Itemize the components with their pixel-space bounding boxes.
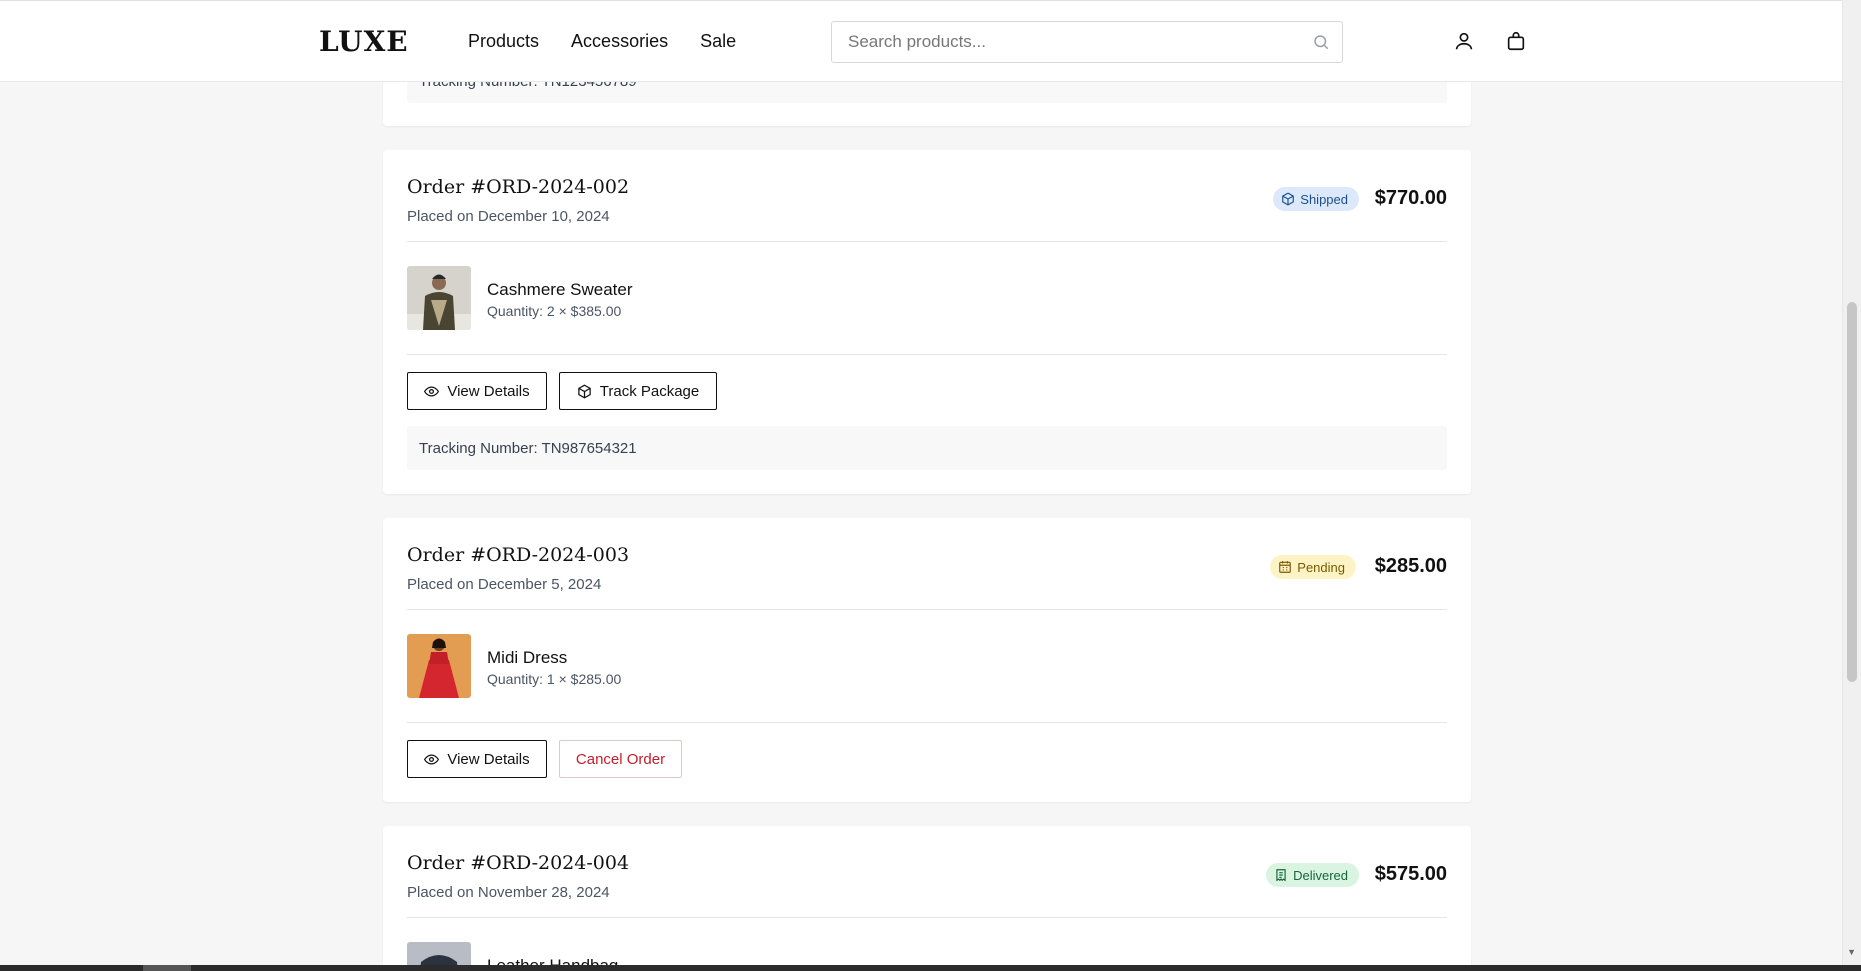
order-card: Order #ORD-2024-003 Placed on December 5…	[383, 518, 1471, 802]
scroll-down-arrow-icon[interactable]: ▼	[1847, 947, 1856, 957]
button-label: View Details	[447, 750, 530, 768]
order-date: Placed on December 5, 2024	[407, 576, 602, 593]
nav-sale[interactable]: Sale	[700, 31, 736, 52]
search-box	[831, 21, 1343, 63]
horizontal-scrollbar-thumb[interactable]	[143, 965, 191, 971]
horizontal-scrollbar[interactable]	[0, 965, 1861, 971]
order-total: $770.00	[1374, 187, 1447, 209]
button-label: Track Package	[599, 382, 700, 400]
calendar-icon	[1279, 561, 1292, 573]
divider	[407, 354, 1447, 355]
logo[interactable]: LUXE	[319, 25, 409, 58]
button-label: View Details	[447, 382, 530, 400]
view-details-button[interactable]: View Details	[407, 372, 547, 410]
order-total: $575.00	[1374, 863, 1447, 885]
status-badge: Pending	[1270, 555, 1356, 579]
user-icon[interactable]	[1453, 30, 1475, 57]
eye-icon	[424, 385, 440, 397]
order-date: Placed on December 10, 2024	[407, 208, 610, 225]
status-label: Delivered	[1293, 867, 1348, 883]
order-title: Order #ORD-2024-004	[407, 852, 630, 874]
package-icon	[1282, 192, 1295, 206]
scrollbar[interactable]: ▼	[1842, 0, 1861, 971]
track-package-button[interactable]: Track Package	[559, 372, 717, 410]
package-icon	[578, 384, 591, 398]
order-total: $285.00	[1374, 555, 1447, 577]
eye-icon	[424, 753, 440, 765]
status-badge: Delivered	[1266, 863, 1359, 887]
item-name[interactable]: Cashmere Sweater	[487, 280, 633, 300]
site-header: LUXE Products Accessories Sale	[0, 0, 1842, 82]
main-nav: Products Accessories Sale	[468, 31, 736, 52]
item-quantity: Quantity: 2 × $385.00	[487, 303, 622, 319]
divider	[407, 241, 1447, 242]
shopping-bag-icon[interactable]	[1505, 30, 1527, 57]
product-thumbnail[interactable]	[407, 634, 471, 698]
order-title: Order #ORD-2024-003	[407, 544, 630, 566]
receipt-icon	[1276, 869, 1286, 882]
status-label: Pending	[1297, 559, 1345, 575]
order-card: Order #ORD-2024-002 Placed on December 1…	[383, 150, 1471, 494]
divider	[407, 722, 1447, 723]
divider	[407, 917, 1447, 918]
order-title: Order #ORD-2024-002	[407, 176, 630, 198]
item-name[interactable]: Midi Dress	[487, 648, 567, 668]
item-quantity: Quantity: 1 × $285.00	[487, 671, 622, 687]
divider	[407, 609, 1447, 610]
view-details-button[interactable]: View Details	[407, 740, 547, 778]
search-input[interactable]	[832, 22, 1272, 62]
product-thumbnail[interactable]	[407, 266, 471, 330]
status-label: Shipped	[1300, 191, 1348, 207]
order-card: Order #ORD-2024-004 Placed on November 2…	[383, 826, 1471, 971]
search-icon[interactable]	[1312, 33, 1330, 56]
nav-products[interactable]: Products	[468, 31, 539, 52]
nav-accessories[interactable]: Accessories	[571, 31, 668, 52]
cancel-order-button[interactable]: Cancel Order	[559, 740, 682, 778]
tracking-number: Tracking Number: TN987654321	[407, 426, 1447, 470]
order-date: Placed on November 28, 2024	[407, 884, 610, 901]
scrollbar-thumb[interactable]	[1847, 302, 1857, 682]
status-badge: Shipped	[1273, 187, 1359, 211]
